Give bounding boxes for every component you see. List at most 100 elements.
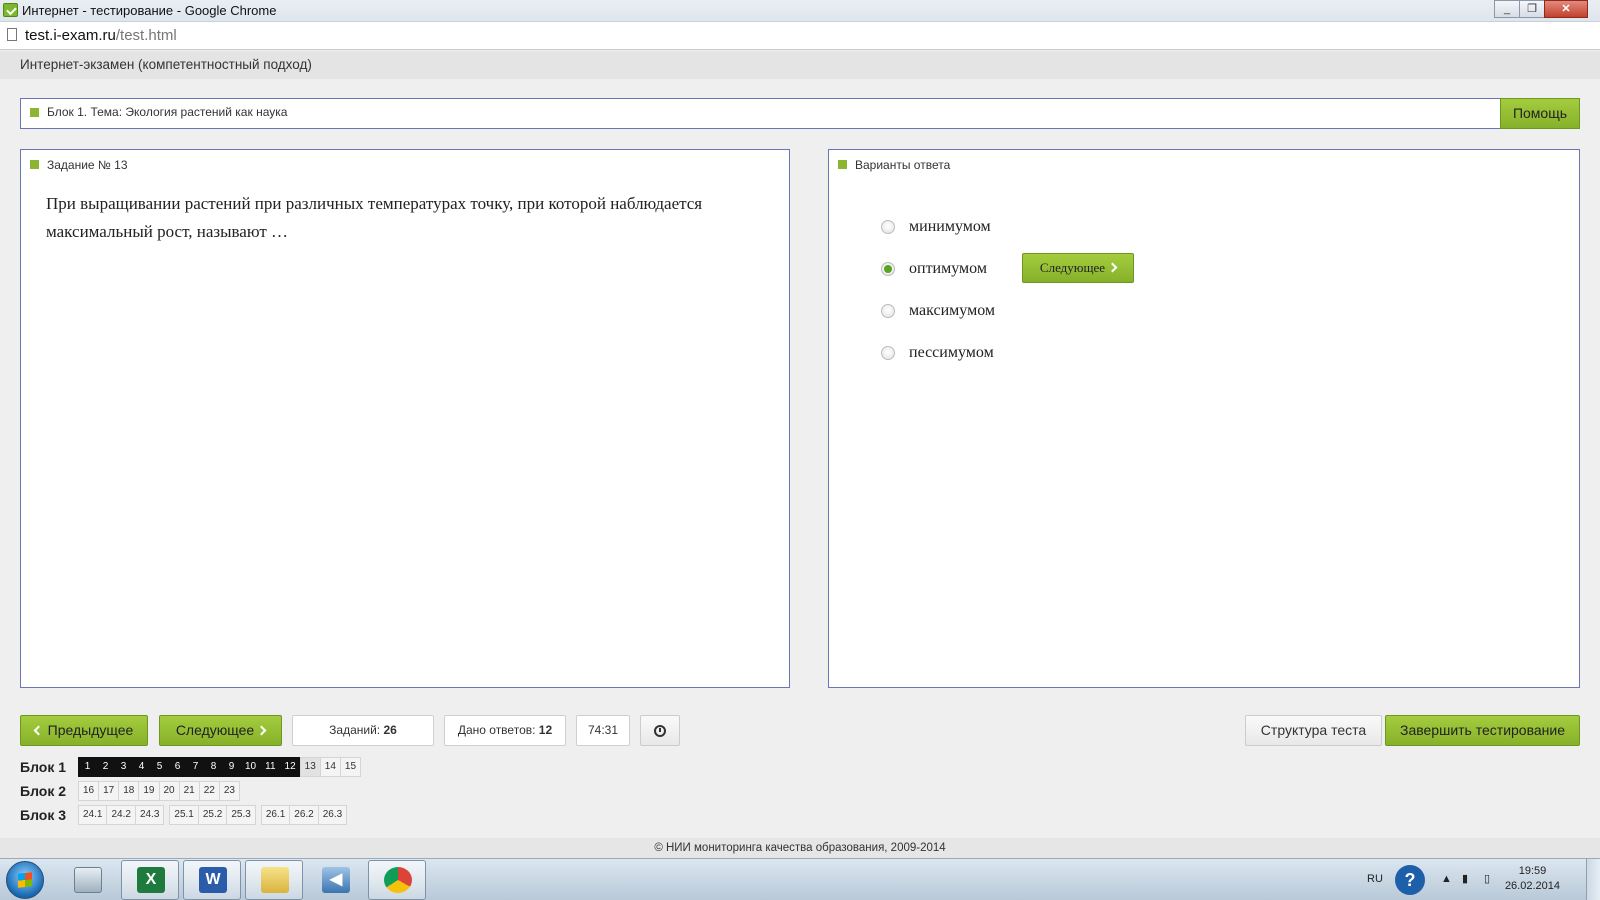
timer-toggle-button[interactable] <box>640 715 680 746</box>
task-cell[interactable]: 22 <box>198 781 220 801</box>
task-cell[interactable]: 2 <box>96 757 115 777</box>
app-header: Интернет-экзамен (компетентностный подхо… <box>0 51 1600 79</box>
tasks-label: Заданий: <box>329 723 381 737</box>
tasks-count-box: Заданий: 26 <box>292 715 434 746</box>
radio-button[interactable] <box>881 346 895 360</box>
language-indicator[interactable]: RU <box>1367 873 1383 885</box>
task-cell[interactable]: 7 <box>186 757 205 777</box>
task-number: Задание № 13 <box>47 158 128 172</box>
timer: 74:31 <box>576 715 630 746</box>
show-hidden-icons-icon[interactable]: ▲ <box>1441 873 1452 885</box>
answer-option[interactable]: минимумом <box>881 206 995 248</box>
answer-label[interactable]: минимумом <box>909 218 991 236</box>
answered-count: 12 <box>538 723 553 737</box>
task-cell[interactable]: 9 <box>222 757 241 777</box>
address-bar[interactable]: test.i-exam.ru/test.html <box>0 22 1600 50</box>
task-cell[interactable]: 25.2 <box>197 805 228 825</box>
answer-label[interactable]: пессимумом <box>909 344 994 362</box>
app-title: Интернет-экзамен (компетентностный подхо… <box>20 57 312 72</box>
task-cell[interactable]: 21 <box>178 781 200 801</box>
task-cell[interactable]: 25.3 <box>226 805 256 825</box>
task-cell[interactable]: 4 <box>132 757 151 777</box>
taskbar-explorer[interactable] <box>245 860 303 900</box>
windows-taskbar: X W ◀ RU ? ▲ ▮ ▯ 19:59 26.02.2014 <box>0 858 1600 900</box>
block-label: Блок 1 <box>20 759 67 775</box>
task-cell[interactable]: 3 <box>114 757 133 777</box>
task-cell[interactable]: 25.1 <box>169 805 199 825</box>
radio-button[interactable] <box>881 304 895 318</box>
green-square-icon <box>30 108 39 117</box>
url-text[interactable]: test.i-exam.ru/test.html <box>25 27 177 44</box>
url-path: /test.html <box>115 27 177 44</box>
tasks-count: 26 <box>383 723 397 737</box>
answered-count-box: Дано ответов: 12 <box>444 715 566 746</box>
answer-label[interactable]: оптимумом <box>909 260 987 278</box>
power-icon[interactable]: ▯ <box>1484 872 1490 885</box>
close-button[interactable]: ✕ <box>1544 0 1588 18</box>
task-cell[interactable]: 8 <box>204 757 223 777</box>
radio-button-selected[interactable] <box>881 262 895 276</box>
answer-label[interactable]: максимумом <box>909 302 995 320</box>
radio-button[interactable] <box>881 220 895 234</box>
clock-time: 19:59 <box>1518 865 1547 877</box>
network-icon[interactable]: ▮ <box>1462 872 1468 885</box>
task-cell[interactable]: 16 <box>78 781 100 801</box>
nav-block-2: Блок 2 16 17 18 19 20 21 22 23 <box>20 781 240 801</box>
prev-button[interactable]: Предыдущее <box>20 715 148 746</box>
copyright-footer: © НИИ мониторинга качества образования, … <box>0 838 1600 858</box>
block-label: Блок 3 <box>20 807 67 823</box>
app-check-icon <box>3 3 18 17</box>
show-desktop-button[interactable] <box>1586 859 1600 900</box>
taskbar-excel[interactable]: X <box>121 860 179 900</box>
task-cell[interactable]: 24.2 <box>106 805 136 825</box>
task-cell[interactable]: 11 <box>260 757 281 777</box>
taskbar-word[interactable]: W <box>183 860 241 900</box>
word-icon: W <box>199 867 227 893</box>
minimize-button[interactable]: _ <box>1494 0 1520 18</box>
next-inline-label: Следующее <box>1039 260 1106 275</box>
taskbar-calculator[interactable] <box>58 860 116 900</box>
task-cell[interactable]: 17 <box>98 781 120 801</box>
task-cell[interactable]: 26.3 <box>317 805 348 825</box>
task-cell[interactable]: 15 <box>339 757 362 777</box>
answer-option[interactable]: максимумом <box>881 290 995 332</box>
task-cell[interactable]: 19 <box>138 781 160 801</box>
maximize-button[interactable]: ❐ <box>1519 0 1545 18</box>
next-button[interactable]: Следующее <box>159 715 282 746</box>
url-host: test.i-exam.ru <box>25 27 116 44</box>
task-cell[interactable]: 26.1 <box>260 805 291 825</box>
task-cell[interactable]: 24.1 <box>78 805 108 825</box>
task-panel: Задание № 13 При выращивании растений пр… <box>20 149 790 688</box>
task-cell[interactable]: 20 <box>158 781 180 801</box>
nav-block-1: Блок 1 1 2 3 4 5 6 7 8 9 10 11 12 13 14 … <box>20 757 362 777</box>
window-controls: _ ❐ ✕ <box>1494 0 1588 18</box>
test-structure-button[interactable]: Структура теста <box>1245 715 1382 746</box>
help-tray-icon[interactable]: ? <box>1395 865 1425 895</box>
next-inline-button[interactable]: Следующее <box>1022 253 1134 283</box>
task-cell[interactable]: 6 <box>168 757 187 777</box>
answer-option[interactable]: пессимумом <box>881 332 995 374</box>
window-titlebar: Интернет - тестирование - Google Chrome … <box>0 0 1600 22</box>
task-cell[interactable]: 24.3 <box>134 805 165 825</box>
chevron-right-icon <box>1107 262 1118 273</box>
green-square-icon <box>838 160 847 169</box>
taskbar-chrome[interactable] <box>368 860 426 900</box>
task-cell[interactable]: 10 <box>240 757 262 777</box>
task-cell-current[interactable]: 13 <box>299 757 321 777</box>
task-cell[interactable]: 5 <box>150 757 169 777</box>
task-cell[interactable]: 14 <box>319 757 341 777</box>
task-cell[interactable]: 1 <box>78 757 97 777</box>
start-button-icon[interactable] <box>6 861 44 899</box>
task-cell[interactable]: 18 <box>118 781 140 801</box>
answers-header: Варианты ответа <box>838 158 950 172</box>
block-label: Блок 2 <box>20 783 67 799</box>
explorer-icon <box>261 867 289 893</box>
task-cell[interactable]: 26.2 <box>289 805 319 825</box>
task-cell[interactable]: 12 <box>279 757 301 777</box>
taskbar-media[interactable]: ◀ <box>306 860 364 900</box>
tray-clock[interactable]: 19:59 26.02.2014 <box>1505 864 1560 894</box>
finish-test-button[interactable]: Завершить тестирование <box>1385 715 1580 746</box>
answer-option[interactable]: оптимумом Следующее <box>881 248 1134 290</box>
task-cell[interactable]: 23 <box>218 781 240 801</box>
help-button[interactable]: Помощь <box>1500 98 1580 129</box>
